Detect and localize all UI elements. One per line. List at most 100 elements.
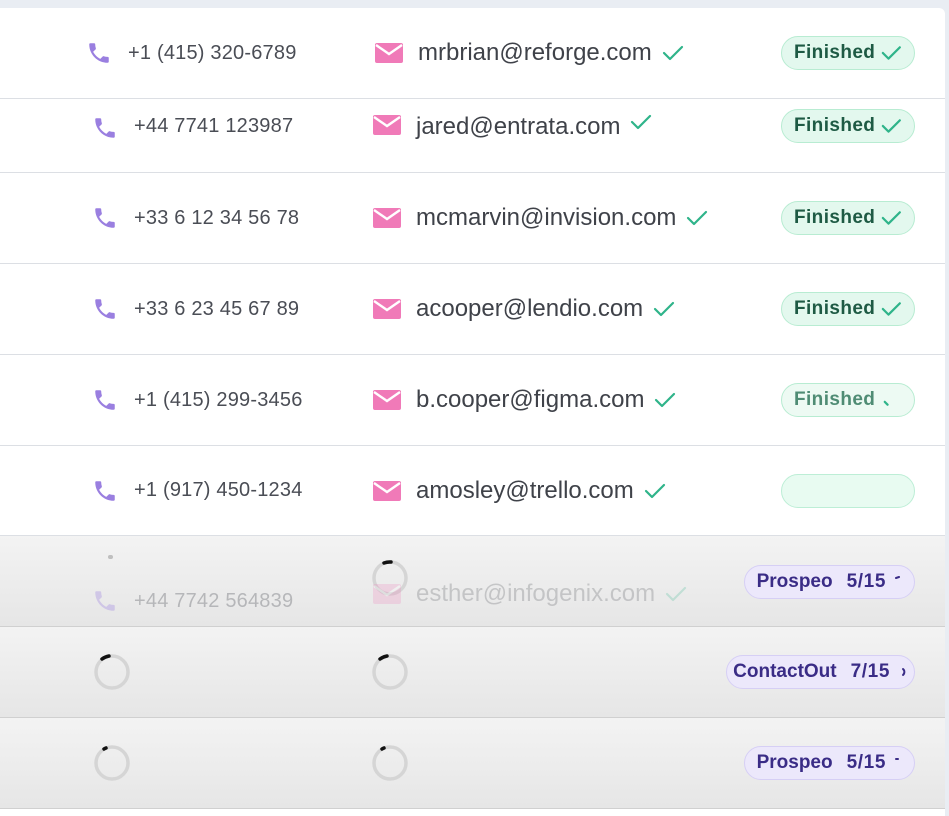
mail-icon: [373, 480, 401, 501]
table-row: ContactOut 7/15: [0, 627, 945, 718]
check-icon: [882, 46, 902, 60]
phone-cell: +33 6 23 45 67 89: [92, 264, 362, 354]
loading-spinner-icon: [372, 654, 408, 690]
provider-badge: ContactOut 7/15: [726, 655, 915, 689]
phone-cell: +1 (415) 299-3456: [92, 355, 362, 445]
status-badge: Finished: [781, 36, 915, 70]
email-cell: mrbrian@reforge.com: [374, 8, 754, 98]
provider-progress: 5/15: [846, 571, 886, 592]
mail-icon: [373, 584, 401, 604]
status-label: Finished: [794, 389, 876, 410]
email-address: mcmarvin@invision.com: [416, 204, 677, 231]
loading-spinner-icon: [372, 745, 408, 781]
phone-cell: [92, 627, 362, 717]
phone-icon: [95, 390, 115, 410]
mini-spinner-icon: [895, 758, 899, 760]
provider-badge: Prospeo 5/15: [743, 565, 915, 599]
status-cell: Finished: [781, 173, 915, 263]
check-icon: [662, 45, 683, 61]
mini-spinner-icon: [895, 576, 900, 579]
table-row: +33 6 12 34 56 78 mcmarvin@invision.com …: [0, 173, 945, 264]
phone-cell: [92, 718, 362, 808]
check-icon: [666, 586, 687, 602]
table-row: +44 7742 564839 esther@infogenix.com Pro…: [0, 536, 945, 627]
phone-cell: +1 (917) 450-1234: [92, 446, 362, 535]
email-address: amosley@trello.com: [416, 476, 634, 504]
table-row: +1 (415) 320-6789 mrbrian@reforge.com Fi…: [0, 8, 945, 99]
check-icon: [631, 114, 652, 130]
mail-icon: [373, 299, 401, 319]
phone-number: +1 (415) 320-6789: [128, 41, 297, 64]
status-cell: Finished: [781, 355, 915, 445]
provider-name: ContactOut: [733, 661, 837, 682]
email-cell: acooper@lendio.com: [372, 264, 752, 354]
phone-number: +44 7742 564839: [134, 589, 294, 612]
status-label: Finished: [794, 298, 876, 319]
table-row: +1 (415) 299-3456 b.cooper@figma.com Fin…: [0, 355, 945, 446]
phone-number: +1 (917) 450-1234: [134, 479, 303, 501]
phone-number: +33 6 12 34 56 78: [134, 206, 300, 229]
email-cell: b.cooper@figma.com: [372, 355, 752, 445]
status-cell: Finished: [781, 99, 915, 182]
email-cell: [370, 718, 750, 808]
phone-icon: [95, 208, 115, 228]
check-icon: [655, 392, 676, 408]
mail-icon: [373, 208, 401, 228]
phone-number: +44 7741 123987: [134, 115, 294, 137]
table-row: +1 (917) 450-1234 amosley@trello.com: [0, 446, 945, 536]
status-label: Finished: [794, 207, 876, 228]
mini-spinner-icon: [902, 668, 906, 676]
check-icon: [644, 483, 665, 498]
check-icon: [883, 400, 890, 406]
status-cell: Prospeo 5/15: [743, 718, 915, 808]
phone-cell: +1 (415) 320-6789: [86, 8, 356, 98]
email-cell: mcmarvin@invision.com: [372, 173, 752, 263]
loading-spinner-icon: [94, 654, 130, 690]
phone-icon: [95, 118, 115, 138]
email-cell: esther@infogenix.com: [372, 536, 752, 626]
loading-spinner-icon: [94, 745, 130, 781]
email-cell: amosley@trello.com: [372, 446, 752, 535]
mail-icon: [373, 390, 401, 410]
check-icon: [654, 301, 675, 317]
status-badge: Finished: [781, 201, 915, 235]
status-cell: Finished: [781, 8, 915, 98]
status-badge: Finished: [781, 383, 915, 417]
phone-icon: [95, 480, 115, 501]
status-badge: Finished: [781, 109, 915, 143]
phone-number: +33 6 23 45 67 89: [134, 297, 300, 320]
status-cell: Finished: [781, 264, 915, 354]
provider-name: Prospeo: [756, 571, 833, 592]
provider-name: Prospeo: [756, 752, 833, 773]
provider-progress: 5/15: [846, 752, 886, 773]
check-icon: [687, 210, 708, 226]
status-badge: [781, 473, 915, 508]
mail-icon: [375, 43, 403, 63]
contacts-table: +1 (415) 320-6789 mrbrian@reforge.com Fi…: [0, 8, 945, 816]
email-address: esther@infogenix.com: [416, 580, 656, 607]
status-badge: Finished: [781, 292, 915, 326]
email-address: b.cooper@figma.com: [416, 386, 645, 413]
phone-number: +1 (415) 299-3456: [134, 388, 303, 411]
status-label: Finished: [794, 115, 876, 136]
provider-progress: 7/15: [850, 661, 890, 682]
check-icon: [882, 302, 902, 316]
check-icon: [882, 211, 902, 225]
phone-icon: [95, 591, 115, 611]
email-cell: [370, 627, 750, 717]
email-address: mrbrian@reforge.com: [418, 39, 652, 66]
table-row: +44 7741 123987 jared@entrata.com Finish…: [0, 99, 945, 173]
mail-icon: [373, 115, 401, 135]
phone-icon: [95, 299, 115, 319]
status-cell: ContactOut 7/15: [726, 627, 915, 717]
check-icon: [882, 119, 902, 133]
phone-icon: [89, 43, 109, 63]
provider-badge: Prospeo 5/15: [743, 746, 915, 780]
table-row: Prospeo 5/15: [0, 718, 945, 809]
email-address: acooper@lendio.com: [416, 295, 644, 322]
table-row: +33 6 23 45 67 89 acooper@lendio.com Fin…: [0, 264, 945, 355]
phone-cell: +33 6 12 34 56 78: [92, 173, 362, 263]
email-address: jared@entrata.com: [416, 113, 621, 140]
status-cell: [781, 446, 915, 535]
status-label: Finished: [794, 42, 876, 63]
